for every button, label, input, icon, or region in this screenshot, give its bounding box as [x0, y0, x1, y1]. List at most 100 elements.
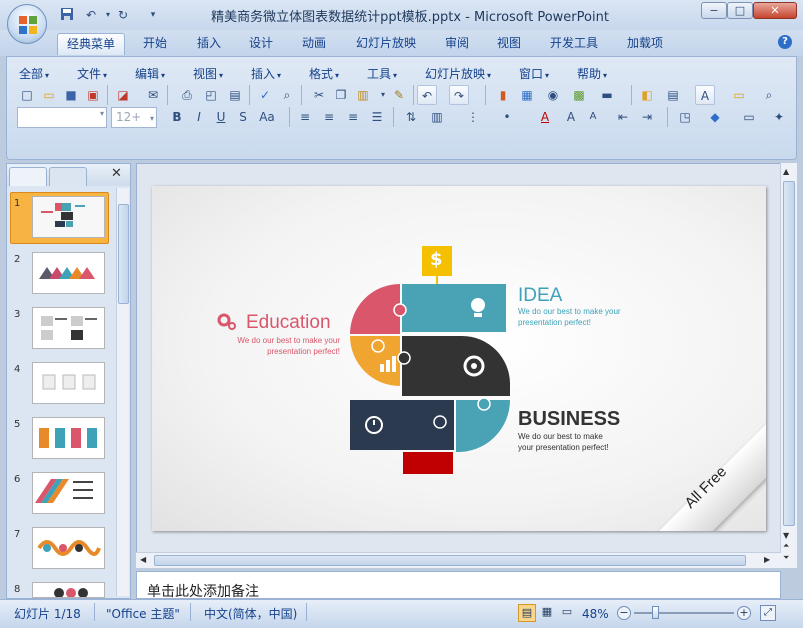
- slide-thumbnail[interactable]: [32, 417, 105, 459]
- picture-icon[interactable]: ▩: [569, 85, 589, 105]
- save-icon[interactable]: [58, 7, 76, 23]
- menu-help[interactable]: 帮助 ▾: [577, 65, 607, 82]
- next-slide-icon[interactable]: ⏷: [783, 553, 789, 563]
- tab-slides[interactable]: [9, 167, 47, 186]
- pdf-icon[interactable]: ▣: [83, 85, 103, 105]
- menu-all[interactable]: 全部 ▾: [19, 65, 49, 82]
- tab-developer[interactable]: 开发工具: [541, 33, 607, 55]
- print-preview-icon[interactable]: ◰: [201, 85, 221, 105]
- italic-icon[interactable]: I: [189, 107, 209, 127]
- paste-icon[interactable]: ▥: [353, 85, 373, 105]
- zoom-slider-thumb[interactable]: [652, 606, 660, 619]
- slide-thumbnail[interactable]: [32, 252, 105, 294]
- zoom-in-icon[interactable]: +: [737, 606, 751, 620]
- slide-canvas[interactable]: $ Education We do our best to make your …: [152, 186, 766, 531]
- slide-thumbnail[interactable]: [32, 196, 105, 238]
- undo-icon[interactable]: ↶: [82, 7, 100, 23]
- open-icon[interactable]: ▭: [39, 85, 59, 105]
- tab-animations[interactable]: 动画: [293, 33, 335, 55]
- normal-view-icon[interactable]: ▤: [518, 604, 536, 622]
- shape-fill-icon[interactable]: ▬: [597, 85, 617, 105]
- align-left-icon[interactable]: ≡: [295, 107, 315, 127]
- menu-tools[interactable]: 工具 ▾: [367, 65, 397, 82]
- slide-thumbnail[interactable]: [32, 472, 105, 514]
- tab-view[interactable]: 视图: [488, 33, 530, 55]
- font-size-select[interactable]: 12+ ▾: [111, 107, 157, 128]
- columns-icon[interactable]: ▥: [427, 107, 447, 127]
- insert-table-icon[interactable]: ▦: [517, 85, 537, 105]
- maximize-button[interactable]: □: [727, 2, 753, 19]
- shape-outline-icon[interactable]: ▭: [739, 107, 759, 127]
- permission-icon[interactable]: ◪: [113, 85, 133, 105]
- tab-outline[interactable]: [49, 167, 87, 186]
- menu-format[interactable]: 格式 ▾: [309, 65, 339, 82]
- menu-window[interactable]: 窗口 ▾: [519, 65, 549, 82]
- new-icon[interactable]: □: [17, 85, 37, 105]
- justify-icon[interactable]: ☰: [367, 107, 387, 127]
- bullets-icon[interactable]: •: [497, 107, 517, 127]
- find-icon[interactable]: ⌕: [759, 85, 779, 105]
- menu-slideshow[interactable]: 幻灯片放映 ▾: [425, 65, 491, 82]
- align-right-icon[interactable]: ≡: [343, 107, 363, 127]
- fit-to-window-icon[interactable]: ⤢: [760, 605, 776, 621]
- menu-insert[interactable]: 插入 ▾: [251, 65, 281, 82]
- language[interactable]: 中文(简体，中国): [204, 605, 297, 623]
- close-pane-icon[interactable]: ✕: [111, 166, 122, 181]
- increase-indent-icon[interactable]: ⇥: [637, 107, 657, 127]
- bold-icon[interactable]: B: [167, 107, 187, 127]
- font-color-icon[interactable]: A: [535, 107, 555, 127]
- slide-thumbnail[interactable]: [32, 527, 105, 569]
- close-button[interactable]: ✕: [753, 2, 797, 19]
- text-direction-icon[interactable]: ⇅: [401, 107, 421, 127]
- layout-icon[interactable]: ▤: [225, 85, 245, 105]
- tab-insert[interactable]: 插入: [188, 33, 230, 55]
- tab-review[interactable]: 审阅: [436, 33, 478, 55]
- zoom-slider-track[interactable]: [634, 612, 734, 614]
- zoom-out-icon[interactable]: −: [617, 606, 631, 620]
- shape-effects-icon[interactable]: ✦: [769, 107, 789, 127]
- quick-styles-icon[interactable]: ◆: [705, 107, 725, 127]
- office-button[interactable]: [7, 4, 47, 44]
- undo-icon[interactable]: ↶: [417, 85, 437, 105]
- folder-icon[interactable]: ▭: [729, 85, 749, 105]
- menu-edit[interactable]: 编辑 ▾: [135, 65, 165, 82]
- scrollbar-thumb[interactable]: [154, 555, 746, 566]
- save-icon[interactable]: ■: [61, 85, 81, 105]
- tab-classic-menu[interactable]: 经典菜单: [57, 33, 126, 55]
- menu-file[interactable]: 文件 ▾: [77, 65, 107, 82]
- shrink-font-icon[interactable]: A: [583, 107, 603, 127]
- tab-addins[interactable]: 加载项: [618, 33, 672, 55]
- tab-slideshow[interactable]: 幻灯片放映: [347, 33, 425, 55]
- new-slide-icon[interactable]: ◧: [637, 85, 657, 105]
- previous-slide-icon[interactable]: ⏶: [783, 541, 789, 551]
- font-name-select[interactable]: ▾: [17, 107, 107, 128]
- copy-icon[interactable]: ❐: [331, 85, 351, 105]
- editor-horizontal-scrollbar[interactable]: ◀ ▶: [136, 552, 781, 568]
- redo-icon[interactable]: ↻: [114, 7, 132, 23]
- scroll-right-icon[interactable]: ▶: [764, 555, 770, 564]
- tab-home[interactable]: 开始: [134, 33, 176, 55]
- slide-sorter-icon[interactable]: ▦: [538, 604, 556, 622]
- slides-pane-scrollbar[interactable]: [116, 188, 129, 596]
- editor-vertical-scrollbar[interactable]: ▲ ▼ ⏶ ⏷: [780, 163, 797, 568]
- theme-name[interactable]: "Office 主题": [106, 605, 180, 623]
- redo-icon[interactable]: ↷: [449, 85, 469, 105]
- spelling-icon[interactable]: ✓: [255, 85, 275, 105]
- grow-font-icon[interactable]: A: [561, 107, 581, 127]
- align-center-icon[interactable]: ≡: [319, 107, 339, 127]
- clip-art-icon[interactable]: ◉: [543, 85, 563, 105]
- numbering-icon[interactable]: ⋮: [463, 107, 483, 127]
- scroll-up-icon[interactable]: ▲: [783, 167, 789, 176]
- tab-design[interactable]: 设计: [240, 33, 282, 55]
- email-icon[interactable]: ✉: [143, 85, 163, 105]
- research-icon[interactable]: ⌕: [277, 85, 297, 105]
- slide-thumbnail[interactable]: [32, 582, 105, 598]
- slide-thumbnail[interactable]: [32, 307, 105, 349]
- decrease-indent-icon[interactable]: ⇤: [613, 107, 633, 127]
- print-icon[interactable]: ⎙: [177, 85, 197, 105]
- slideshow-icon[interactable]: ▭: [558, 604, 576, 622]
- minimize-button[interactable]: −: [701, 2, 727, 19]
- notes-pane[interactable]: 单击此处添加备注: [136, 571, 781, 600]
- cut-icon[interactable]: ✂: [309, 85, 329, 105]
- format-painter-icon[interactable]: ✎: [389, 85, 409, 105]
